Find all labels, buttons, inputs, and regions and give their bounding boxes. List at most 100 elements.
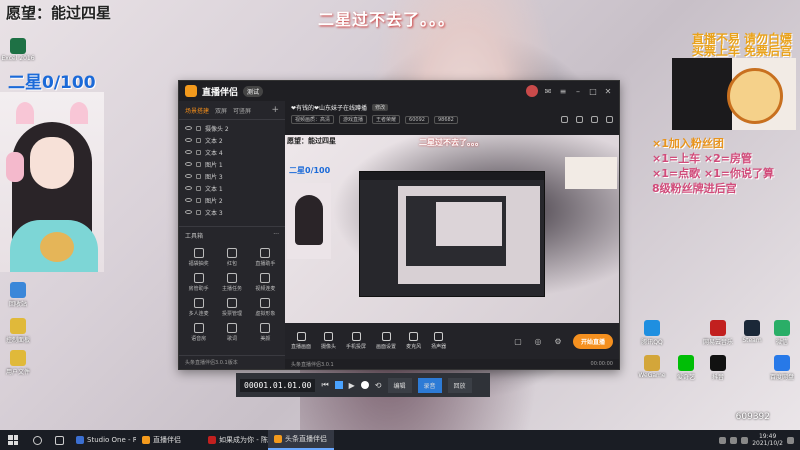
view-icon[interactable]: ◎ [533, 337, 543, 346]
network-icon[interactable] [730, 436, 738, 444]
clock[interactable]: 19:49 2021/10/2 [752, 433, 783, 447]
desktop-icon[interactable]: 控制面板 [0, 318, 36, 344]
lock-icon[interactable] [196, 197, 201, 203]
taskbar-item[interactable]: Studio One - RM... [70, 430, 136, 450]
menu-icon[interactable]: ≡ [558, 87, 568, 96]
task-view-icon[interactable] [48, 430, 70, 450]
lock-icon[interactable] [196, 161, 201, 167]
control-button[interactable]: 手机投屏 [346, 332, 366, 350]
stream-preview[interactable]: 愿望：能过四星 二星0/100 二星过不去了。。。 [285, 135, 619, 323]
record-icon[interactable] [360, 381, 369, 389]
lock-icon[interactable] [196, 137, 201, 143]
notification-icon[interactable] [787, 436, 794, 444]
mode-button[interactable]: 回放 [447, 377, 472, 393]
maximize-icon[interactable]: □ [588, 87, 598, 96]
source-item[interactable]: 图片 1 [179, 158, 285, 170]
tool-button[interactable]: 直播助手 [250, 248, 281, 267]
source-item[interactable]: 文本 1 [179, 182, 285, 194]
desktop-icon[interactable]: 百度网盘 [764, 355, 800, 381]
room-title[interactable]: ❤有钱的❤山东妹子在线蹲播 [291, 103, 367, 112]
user-avatar[interactable] [526, 85, 538, 97]
taskbar-item[interactable]: 直播伴侣 [136, 430, 202, 450]
eye-icon[interactable] [185, 210, 192, 214]
mode-button[interactable]: 编辑 [387, 377, 412, 393]
tool-button[interactable]: 美颜 [250, 323, 281, 342]
gear-icon[interactable]: ⚙ [553, 337, 563, 346]
taskbar-item[interactable]: 头条直播伴侣 [268, 430, 334, 450]
volume-icon[interactable] [741, 436, 749, 444]
taskbar-item[interactable]: 如果成为你 - 陈奕... [202, 430, 268, 450]
tool-button[interactable]: 歌词 [216, 323, 247, 342]
desktop-icon[interactable]: Excel 2016 [0, 38, 36, 62]
control-button[interactable]: 画面设置 [376, 332, 396, 350]
desktop-icon[interactable]: 爱奇艺 [668, 355, 704, 381]
stop-icon[interactable] [334, 381, 343, 389]
room-chip[interactable]: 98682 [433, 115, 458, 124]
tool-button[interactable]: 投票管理 [216, 298, 247, 317]
eye-icon[interactable] [185, 198, 192, 202]
desktop-icon[interactable]: 微信 [764, 320, 800, 346]
room-chip[interactable]: 视频画质：高清 [291, 115, 335, 124]
control-button[interactable]: 扬声器 [431, 332, 446, 350]
tool-button[interactable]: 虚拟形象 [250, 298, 281, 317]
save-icon[interactable] [576, 116, 583, 123]
lock-icon[interactable] [196, 185, 201, 191]
desktop-icon[interactable]: 抖音 [700, 355, 736, 381]
add-scene-icon[interactable]: + [271, 105, 279, 115]
window-titlebar[interactable]: 直播伴侣 测试 ✉ ≡ – □ ✕ [179, 81, 619, 101]
control-button[interactable]: 麦克风 [406, 332, 421, 350]
eye-icon[interactable] [185, 126, 192, 130]
tab-scene[interactable]: 场景搭建 [185, 106, 209, 115]
settings-icon[interactable] [591, 116, 598, 123]
more-tools-icon[interactable]: ··· [273, 231, 279, 240]
eye-icon[interactable] [185, 186, 192, 190]
rewind-icon[interactable]: ⏮ [321, 380, 328, 390]
source-item[interactable]: 图片 3 [179, 170, 285, 182]
desktop-icon[interactable]: 腾讯QQ [634, 320, 670, 346]
screenshot-icon[interactable] [561, 116, 568, 123]
edit-room-button[interactable]: 修改 [372, 104, 389, 111]
share-icon[interactable] [606, 116, 613, 123]
tool-button[interactable]: 视频连麦 [250, 273, 281, 292]
close-icon[interactable]: ✕ [603, 87, 613, 96]
desktop-icon[interactable]: 网易云音乐 [700, 320, 736, 346]
tab-scene[interactable]: 可竖屏 [233, 106, 251, 115]
start-live-button[interactable]: 开始直播 [572, 333, 613, 349]
tool-button[interactable]: 红包 [216, 248, 247, 267]
desktop-icon[interactable]: WeGame [634, 355, 670, 379]
room-chip[interactable]: 游戏直播 [339, 115, 368, 124]
mode-button[interactable]: 录音 [417, 377, 442, 393]
start-button[interactable] [0, 430, 26, 450]
room-chip[interactable]: 60092 [405, 115, 429, 124]
tray-chevron-icon[interactable] [719, 436, 727, 444]
source-item[interactable]: 文本 3 [179, 206, 285, 218]
desktop-icon[interactable]: 回收站 [0, 282, 36, 308]
lock-icon[interactable] [196, 149, 201, 155]
control-button[interactable]: 直播画面 [291, 332, 311, 350]
source-item[interactable]: 摄像头 2 [179, 122, 285, 134]
play-icon[interactable]: ▶ [349, 381, 355, 390]
source-item[interactable]: 文本 2 [179, 134, 285, 146]
control-button[interactable]: 摄像头 [321, 332, 336, 350]
tool-button[interactable]: 语音房 [183, 323, 214, 342]
lock-icon[interactable] [196, 209, 201, 215]
desktop-icon[interactable]: 用户文件 [0, 350, 36, 376]
source-item[interactable]: 图片 2 [179, 194, 285, 206]
message-icon[interactable]: ✉ [543, 87, 553, 96]
eye-icon[interactable] [185, 174, 192, 178]
search-icon[interactable] [26, 430, 48, 450]
source-item[interactable]: 文本 4 [179, 146, 285, 158]
tool-button[interactable]: 福袋抽奖 [183, 248, 214, 267]
lock-icon[interactable] [196, 173, 201, 179]
eye-icon[interactable] [185, 162, 192, 166]
loop-icon[interactable]: ⟲ [375, 381, 382, 390]
tool-button[interactable]: 多人连麦 [183, 298, 214, 317]
app-badge[interactable]: 测试 [243, 85, 264, 97]
eye-icon[interactable] [185, 138, 192, 142]
tool-button[interactable]: 房管助手 [183, 273, 214, 292]
eye-icon[interactable] [185, 150, 192, 154]
tool-button[interactable]: 主播任务 [216, 273, 247, 292]
minimize-icon[interactable]: – [573, 87, 583, 96]
room-chip[interactable]: 王者荣耀 [372, 115, 401, 124]
lock-icon[interactable] [196, 125, 201, 131]
